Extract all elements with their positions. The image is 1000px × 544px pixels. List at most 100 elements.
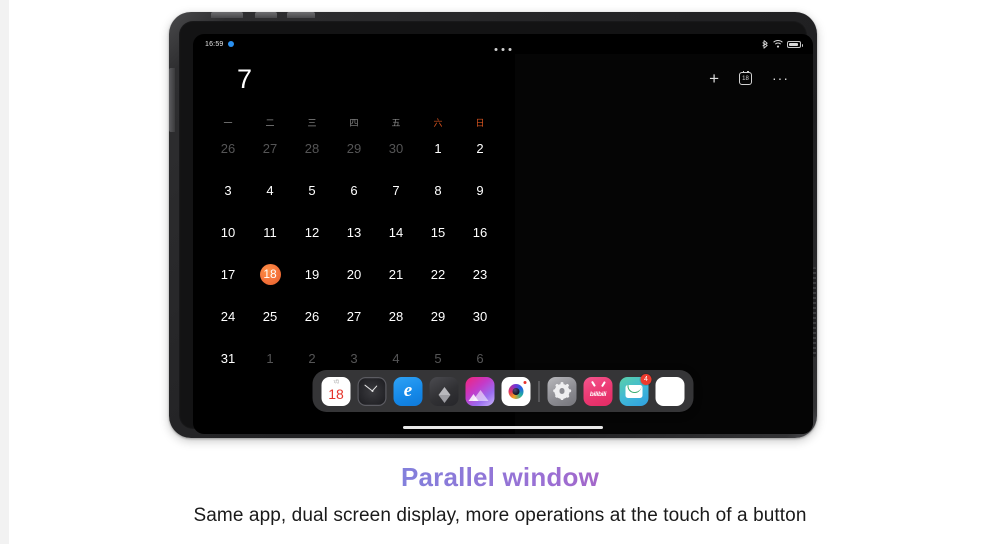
calendar-week-row: 31 1 2 3 4 5 6	[207, 346, 501, 370]
calendar-day[interactable]: 14	[375, 220, 417, 244]
dock-app-gallery[interactable]	[465, 376, 495, 406]
calendar-day-label: 16	[472, 224, 488, 240]
calendar-day-label: 28	[304, 140, 320, 156]
gear-icon	[553, 382, 572, 400]
dock-app-drawer[interactable]	[655, 376, 685, 406]
calendar-day[interactable]: 4	[375, 346, 417, 370]
calendar-day-label: 5	[308, 182, 316, 198]
calendar-day-label: 13	[346, 224, 362, 240]
calendar-day[interactable]: 23	[459, 262, 501, 286]
calendar-day[interactable]: 26	[207, 136, 249, 160]
dock-app-mail[interactable]: 4	[619, 373, 652, 406]
dock-app-clock[interactable]	[357, 376, 387, 406]
status-bar-left: 16:59	[205, 41, 234, 48]
caption-block: Parallel window Same app, dual screen di…	[0, 462, 1000, 527]
calendar-week-row: 10 11 12 13 14 15 16	[207, 220, 501, 244]
calendar-day[interactable]: 30	[459, 304, 501, 328]
envelope-icon	[625, 384, 643, 398]
calendar-day[interactable]: 16	[459, 220, 501, 244]
calendar-day[interactable]: 19	[291, 262, 333, 286]
calendar-day[interactable]: 3	[333, 346, 375, 370]
bilibili-wordmark: bilibili	[589, 390, 607, 398]
caption-title: Parallel window	[0, 462, 1000, 493]
caption-subtitle: Same app, dual screen display, more oper…	[193, 505, 807, 527]
browser-e-glyph: e	[403, 380, 413, 401]
calendar-day[interactable]: 28	[291, 136, 333, 160]
volume-up-button[interactable]	[211, 12, 243, 18]
calendar-day-label: 7	[392, 182, 400, 198]
home-indicator-bar[interactable]	[403, 426, 603, 429]
calendar-toolbar: + 18 ···	[709, 70, 789, 87]
side-button[interactable]	[169, 68, 175, 132]
calendar-day[interactable]: 17	[207, 262, 249, 286]
calendar-day[interactable]: 27	[249, 136, 291, 160]
gallery-mountain-small-icon	[468, 393, 479, 401]
wifi-icon	[773, 40, 783, 48]
calendar-day-label: 11	[263, 224, 277, 240]
calendar-day-label: 6	[350, 182, 358, 198]
add-event-icon[interactable]: +	[709, 70, 719, 87]
status-time: 16:59	[205, 40, 224, 48]
calendar-day[interactable]: 9	[459, 178, 501, 202]
calendar-day[interactable]: 6	[333, 178, 375, 202]
calendar-day[interactable]: 5	[417, 346, 459, 370]
calendar-day[interactable]: 13	[333, 220, 375, 244]
calendar-day-label: 2	[476, 140, 484, 156]
bilibili-ear-right	[600, 380, 605, 387]
month-title: 7	[237, 64, 253, 94]
calendar-day[interactable]: 10	[207, 220, 249, 244]
calendar-day[interactable]: 3	[207, 178, 249, 202]
power-button[interactable]	[287, 12, 315, 18]
dock-app-settings[interactable]	[547, 376, 577, 406]
multi-window-handle[interactable]	[494, 48, 512, 51]
calendar-day[interactable]: 22	[417, 262, 459, 286]
calendar-day[interactable]: 21	[375, 262, 417, 286]
more-options-icon[interactable]: ···	[772, 71, 789, 86]
calendar-day-label: 31	[220, 350, 236, 366]
calendar-day[interactable]: 31	[207, 346, 249, 370]
dock-app-bilibili[interactable]: bilibili	[583, 376, 613, 406]
calendar-day[interactable]: 1	[249, 346, 291, 370]
calendar-day[interactable]: 4	[249, 178, 291, 202]
calendar-day[interactable]: 6	[459, 346, 501, 370]
calendar-day[interactable]: 7	[375, 178, 417, 202]
speaker-grille	[813, 267, 816, 357]
calendar-day[interactable]: 2	[291, 346, 333, 370]
calendar-day-label: 5	[434, 350, 442, 366]
calendar-day-label: 18	[259, 263, 281, 285]
calendar-day-label: 17	[220, 266, 236, 282]
dock-app-camera[interactable]	[501, 376, 531, 406]
calendar-day[interactable]: 26	[291, 304, 333, 328]
volume-down-button[interactable]	[255, 12, 277, 18]
calendar-day[interactable]: 25	[249, 304, 291, 328]
calendar-day[interactable]: 29	[417, 304, 459, 328]
calendar-day[interactable]: 8	[417, 178, 459, 202]
dock-app-calendar[interactable]: 7月 18	[321, 376, 351, 406]
jump-to-today-icon[interactable]: 18	[739, 70, 752, 85]
calendar-day[interactable]: 29	[333, 136, 375, 160]
calendar-day[interactable]: 28	[375, 304, 417, 328]
calendar-day[interactable]: 5	[291, 178, 333, 202]
calendar-day-label: 15	[430, 224, 446, 240]
calendar-day[interactable]: 27	[333, 304, 375, 328]
calendar-day-label: 2	[308, 350, 316, 366]
calendar-day-label: 25	[262, 308, 278, 324]
calendar-day-label: 14	[388, 224, 404, 240]
calendar-day[interactable]: 30	[375, 136, 417, 160]
calendar-day[interactable]: 20	[333, 262, 375, 286]
calendar-day[interactable]: 12	[291, 220, 333, 244]
calendar-day[interactable]: 11	[249, 220, 291, 244]
calendar-day[interactable]: 15	[417, 220, 459, 244]
dock-app-creator[interactable]	[429, 376, 459, 406]
calendar-day-label: 20	[346, 266, 362, 282]
calendar-day[interactable]: 1	[417, 136, 459, 160]
tablet-device: 16:59 7 一 二 三 四 五 六 日 26 27 28 29 30 1 2…	[163, 8, 823, 438]
calendar-day[interactable]: 2	[459, 136, 501, 160]
calendar-day-label: 4	[392, 350, 400, 366]
calendar-day[interactable]: 24	[207, 304, 249, 328]
dock-app-browser[interactable]: e	[393, 376, 423, 406]
calendar-weekday-2: 三	[307, 118, 317, 128]
calendar-day-today[interactable]: 18	[249, 262, 291, 286]
calendar-weekday-header: 一二三四五六日	[207, 116, 501, 129]
calendar-day-label: 22	[430, 266, 446, 282]
